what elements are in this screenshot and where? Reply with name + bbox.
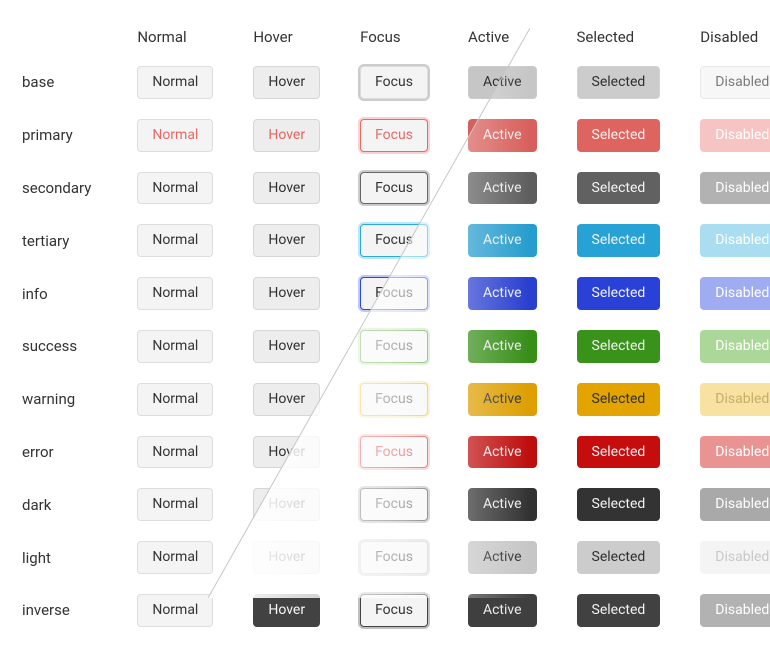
light-selected-button[interactable]: Selected [577, 541, 661, 574]
base-disabled-button: Disabled [700, 66, 770, 99]
column-header-focus: Focus [360, 18, 468, 56]
inverse-active-button[interactable]: Active [468, 594, 537, 627]
warning-selected-button[interactable]: Selected [577, 383, 661, 416]
variant-row-inverse: inverseNormal Hover Focus Active Selected Dis… [22, 584, 770, 637]
base-normal-button[interactable]: Normal [137, 66, 213, 99]
success-active-button[interactable]: Active [468, 330, 537, 363]
error-active-button[interactable]: Active [468, 436, 537, 469]
variant-row-dark: darkNormal Hover Focus Active Selected Disabl… [22, 478, 770, 531]
inverse-normal-button[interactable]: Normal [137, 594, 213, 627]
dark-hover-button[interactable]: Hover [253, 488, 320, 521]
base-selected-button[interactable]: Selected [577, 66, 661, 99]
secondary-selected-button[interactable]: Selected [577, 172, 661, 205]
error-hover-button[interactable]: Hover [253, 436, 320, 469]
tertiary-selected-button[interactable]: Selected [577, 224, 661, 257]
tertiary-active-button[interactable]: Active [468, 224, 537, 257]
info-normal-button[interactable]: Normal [137, 277, 213, 310]
error-normal-button[interactable]: Normal [137, 436, 213, 469]
dark-normal-button[interactable]: Normal [137, 488, 213, 521]
tertiary-hover-button[interactable]: Hover [253, 224, 320, 257]
row-header-dark: dark [22, 478, 137, 531]
variant-row-tertiary: tertiaryNormal Hover Focus Active Selected Di… [22, 214, 770, 267]
warning-normal-button[interactable]: Normal [137, 383, 213, 416]
light-normal-button[interactable]: Normal [137, 541, 213, 574]
light-disabled-button: Disabled [700, 541, 770, 574]
tertiary-normal-button[interactable]: Normal [137, 224, 213, 257]
column-header-hover: Hover [253, 18, 360, 56]
secondary-disabled-button: Disabled [700, 172, 770, 205]
row-header-base: base [22, 56, 137, 109]
row-header-light: light [22, 531, 137, 584]
success-hover-button[interactable]: Hover [253, 330, 320, 363]
variant-row-info: infoNormal Hover Focus Active Selected Disabl… [22, 267, 770, 320]
variant-row-error: errorNormal Hover Focus Active Selected Disab… [22, 426, 770, 479]
warning-disabled-button: Disabled [700, 383, 770, 416]
row-header-tertiary: tertiary [22, 214, 137, 267]
variant-row-success: successNormal Hover Focus Active Selected Dis… [22, 320, 770, 373]
success-selected-button[interactable]: Selected [577, 330, 661, 363]
variant-row-primary: primaryNormal Hover Focus Active Selected Dis… [22, 109, 770, 162]
info-disabled-button: Disabled [700, 277, 770, 310]
info-focus-button[interactable]: Focus [360, 277, 428, 310]
row-header-inverse: inverse [22, 584, 137, 637]
inverse-hover-button[interactable]: Hover [253, 594, 320, 627]
dark-focus-button[interactable]: Focus [360, 488, 428, 521]
light-focus-button[interactable]: Focus [360, 541, 428, 574]
error-disabled-button: Disabled [700, 436, 770, 469]
warning-focus-button[interactable]: Focus [360, 383, 428, 416]
error-selected-button[interactable]: Selected [577, 436, 661, 469]
primary-disabled-button: Disabled [700, 119, 770, 152]
variant-row-secondary: secondaryNormal Hover Focus Active Selected D… [22, 162, 770, 215]
primary-focus-button[interactable]: Focus [360, 119, 428, 152]
primary-active-button[interactable]: Active [468, 119, 537, 152]
column-header-normal: Normal [137, 18, 253, 56]
column-header-disabled: Disabled [700, 18, 770, 56]
light-hover-button[interactable]: Hover [253, 541, 320, 574]
secondary-focus-button[interactable]: Focus [360, 172, 428, 205]
row-header-primary: primary [22, 109, 137, 162]
row-header-info: info [22, 267, 137, 320]
info-active-button[interactable]: Active [468, 277, 537, 310]
base-active-button[interactable]: Active [468, 66, 537, 99]
column-header-selected: Selected [577, 18, 701, 56]
base-hover-button[interactable]: Hover [253, 66, 320, 99]
base-focus-button[interactable]: Focus [360, 66, 428, 99]
inverse-selected-button[interactable]: Selected [577, 594, 661, 627]
row-header-warning: warning [22, 373, 137, 426]
tertiary-focus-button[interactable]: Focus [360, 224, 428, 257]
row-header-error: error [22, 426, 137, 479]
success-normal-button[interactable]: Normal [137, 330, 213, 363]
error-focus-button[interactable]: Focus [360, 436, 428, 469]
secondary-active-button[interactable]: Active [468, 172, 537, 205]
variant-row-base: baseNormal Hover Focus Active Selected Disabl… [22, 56, 770, 109]
column-header-active: Active [468, 18, 577, 56]
inverse-focus-button[interactable]: Focus [360, 594, 428, 627]
warning-active-button[interactable]: Active [468, 383, 537, 416]
inverse-disabled-button: Disabled [700, 594, 770, 627]
row-header-success: success [22, 320, 137, 373]
tertiary-disabled-button: Disabled [700, 224, 770, 257]
dark-selected-button[interactable]: Selected [577, 488, 661, 521]
variant-row-warning: warningNormal Hover Focus Active Selected Dis… [22, 373, 770, 426]
info-selected-button[interactable]: Selected [577, 277, 661, 310]
secondary-hover-button[interactable]: Hover [253, 172, 320, 205]
variant-row-light: lightNormal Hover Focus Active Selected Disab… [22, 531, 770, 584]
row-header-secondary: secondary [22, 162, 137, 215]
dark-active-button[interactable]: Active [468, 488, 537, 521]
warning-hover-button[interactable]: Hover [253, 383, 320, 416]
light-active-button[interactable]: Active [468, 541, 537, 574]
button-state-matrix: NormalHoverFocusActiveSelectedDisabled b… [22, 18, 770, 637]
primary-selected-button[interactable]: Selected [577, 119, 661, 152]
primary-hover-button[interactable]: Hover [253, 119, 320, 152]
primary-normal-button[interactable]: Normal [137, 119, 213, 152]
secondary-normal-button[interactable]: Normal [137, 172, 213, 205]
success-focus-button[interactable]: Focus [360, 330, 428, 363]
success-disabled-button: Disabled [700, 330, 770, 363]
dark-disabled-button: Disabled [700, 488, 770, 521]
info-hover-button[interactable]: Hover [253, 277, 320, 310]
